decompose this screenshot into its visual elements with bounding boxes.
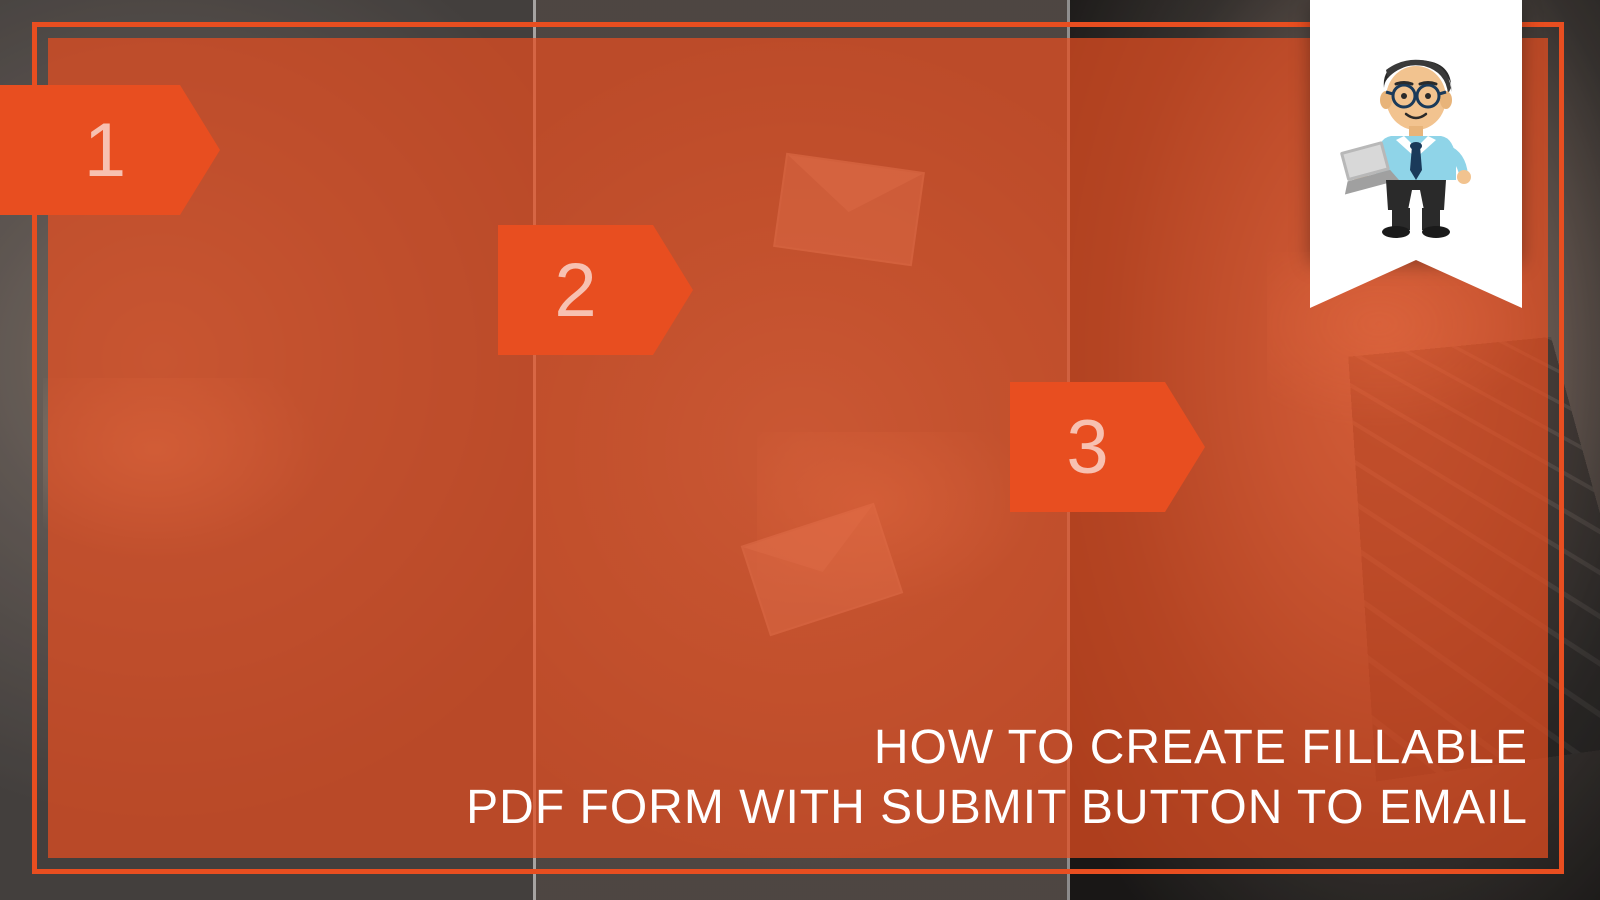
logo-ribbon [1310, 0, 1522, 260]
hero-banner: 1 2 3 HOW TO CREATE FILLABLE PDF FORM WI… [0, 0, 1600, 900]
step-number: 2 [554, 247, 596, 334]
step-number: 3 [1066, 404, 1108, 491]
headline-line-2: PDF FORM WITH SUBMIT BUTTON TO EMAIL [466, 778, 1528, 838]
headline-line-1: HOW TO CREATE FILLABLE [466, 718, 1528, 778]
step-marker-2: 2 [498, 225, 653, 355]
step-number: 1 [84, 107, 126, 194]
mascot-icon [1336, 50, 1496, 240]
headline: HOW TO CREATE FILLABLE PDF FORM WITH SUB… [466, 718, 1528, 838]
step-marker-3: 3 [1010, 382, 1165, 512]
step-marker-1: 1 [0, 85, 180, 215]
